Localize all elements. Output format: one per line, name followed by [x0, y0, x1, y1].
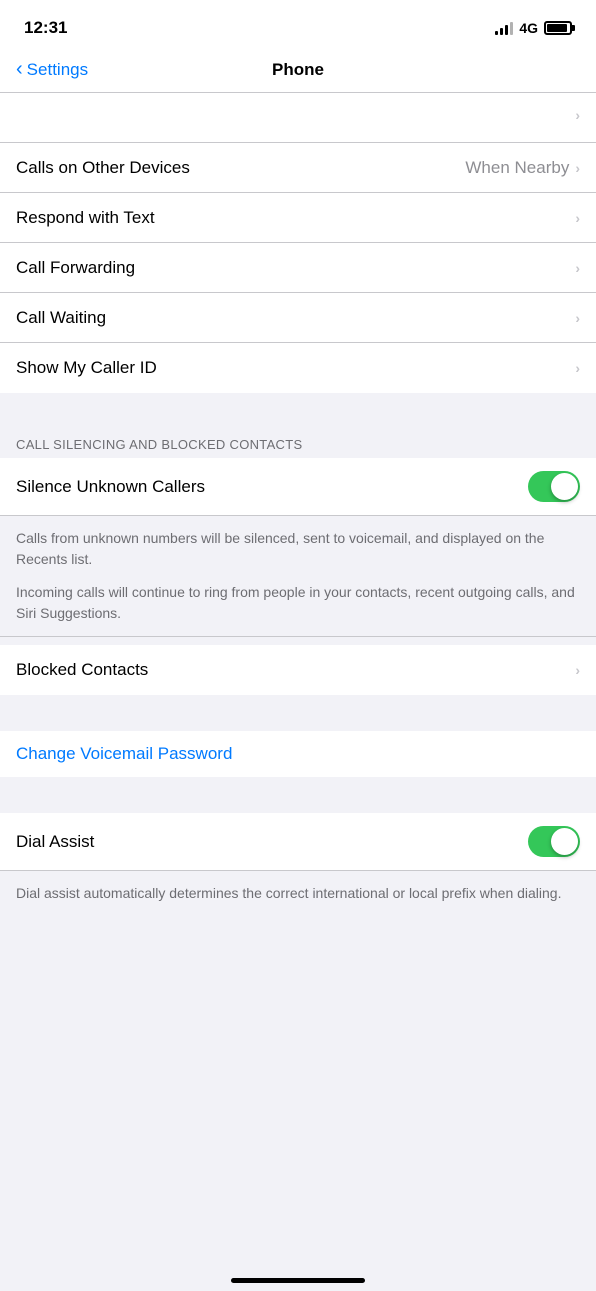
top-section: › Calls on Other Devices When Nearby › R… [0, 93, 596, 393]
respond-with-text-right: › [575, 210, 580, 226]
calls-on-other-devices-right: When Nearby › [465, 158, 580, 178]
silencing-section: Silence Unknown Callers Calls from unkno… [0, 458, 596, 637]
status-time: 12:31 [24, 18, 67, 38]
calls-on-other-devices-row[interactable]: Calls on Other Devices When Nearby › [0, 143, 596, 193]
silence-unknown-callers-label: Silence Unknown Callers [16, 477, 205, 497]
change-voicemail-password-row[interactable]: Change Voicemail Password [0, 731, 596, 777]
show-my-caller-id-right: › [575, 360, 580, 376]
blocked-contacts-chevron-icon: › [575, 662, 580, 678]
partial-row[interactable]: › [0, 93, 596, 143]
respond-with-text-chevron-icon: › [575, 210, 580, 226]
show-my-caller-id-row[interactable]: Show My Caller ID › [0, 343, 596, 393]
call-forwarding-label: Call Forwarding [16, 258, 135, 278]
call-waiting-chevron-icon: › [575, 310, 580, 326]
silence-unknown-callers-toggle[interactable] [528, 471, 580, 502]
dial-assist-toggle-thumb [551, 828, 578, 855]
battery-icon [544, 21, 572, 35]
home-indicator [231, 1278, 365, 1283]
toggle-thumb [551, 473, 578, 500]
calls-on-other-devices-chevron-icon: › [575, 160, 580, 176]
blocked-contacts-row[interactable]: Blocked Contacts › [0, 645, 596, 695]
blocked-contacts-label: Blocked Contacts [16, 660, 148, 680]
show-my-caller-id-label: Show My Caller ID [16, 358, 157, 378]
call-forwarding-row[interactable]: Call Forwarding › [0, 243, 596, 293]
back-label: Settings [27, 60, 88, 80]
back-button[interactable]: ‹ Settings [16, 59, 88, 81]
dial-assist-row[interactable]: Dial Assist [0, 813, 596, 871]
respond-with-text-row[interactable]: Respond with Text › [0, 193, 596, 243]
network-type: 4G [519, 20, 538, 36]
gap-3 [0, 777, 596, 813]
gap-2 [0, 695, 596, 731]
dial-assist-section: Dial Assist Dial assist automatically de… [0, 813, 596, 916]
call-waiting-label: Call Waiting [16, 308, 106, 328]
change-voicemail-password-label: Change Voicemail Password [16, 744, 232, 763]
calls-on-other-devices-label: Calls on Other Devices [16, 158, 190, 178]
partial-row-right: › [575, 107, 580, 123]
dial-assist-label: Dial Assist [16, 832, 94, 852]
dial-assist-description: Dial assist automatically determines the… [0, 871, 596, 916]
respond-with-text-label: Respond with Text [16, 208, 155, 228]
silence-description-1: Calls from unknown numbers will be silen… [0, 516, 596, 578]
status-bar: 12:31 4G [0, 0, 596, 50]
call-waiting-row[interactable]: Call Waiting › [0, 293, 596, 343]
gap-1 [0, 393, 596, 429]
silence-description-2: Incoming calls will continue to ring fro… [0, 578, 596, 637]
dial-assist-toggle[interactable] [528, 826, 580, 857]
call-silencing-section-header: CALL SILENCING AND BLOCKED CONTACTS [0, 429, 596, 458]
show-my-caller-id-chevron-icon: › [575, 360, 580, 376]
call-waiting-right: › [575, 310, 580, 326]
status-icons: 4G [495, 20, 572, 36]
partial-chevron-icon: › [575, 107, 580, 123]
nav-bar: ‹ Settings Phone [0, 50, 596, 93]
call-forwarding-right: › [575, 260, 580, 276]
blocked-contacts-section: Blocked Contacts › [0, 645, 596, 695]
page-title: Phone [272, 60, 324, 80]
bottom-gap [0, 916, 596, 976]
calls-on-other-devices-value: When Nearby [465, 158, 569, 178]
silence-unknown-callers-row[interactable]: Silence Unknown Callers [0, 458, 596, 516]
call-forwarding-chevron-icon: › [575, 260, 580, 276]
voicemail-section: Change Voicemail Password [0, 731, 596, 777]
back-chevron-icon: ‹ [16, 58, 23, 81]
blocked-contacts-right: › [575, 662, 580, 678]
signal-icon [495, 21, 513, 35]
